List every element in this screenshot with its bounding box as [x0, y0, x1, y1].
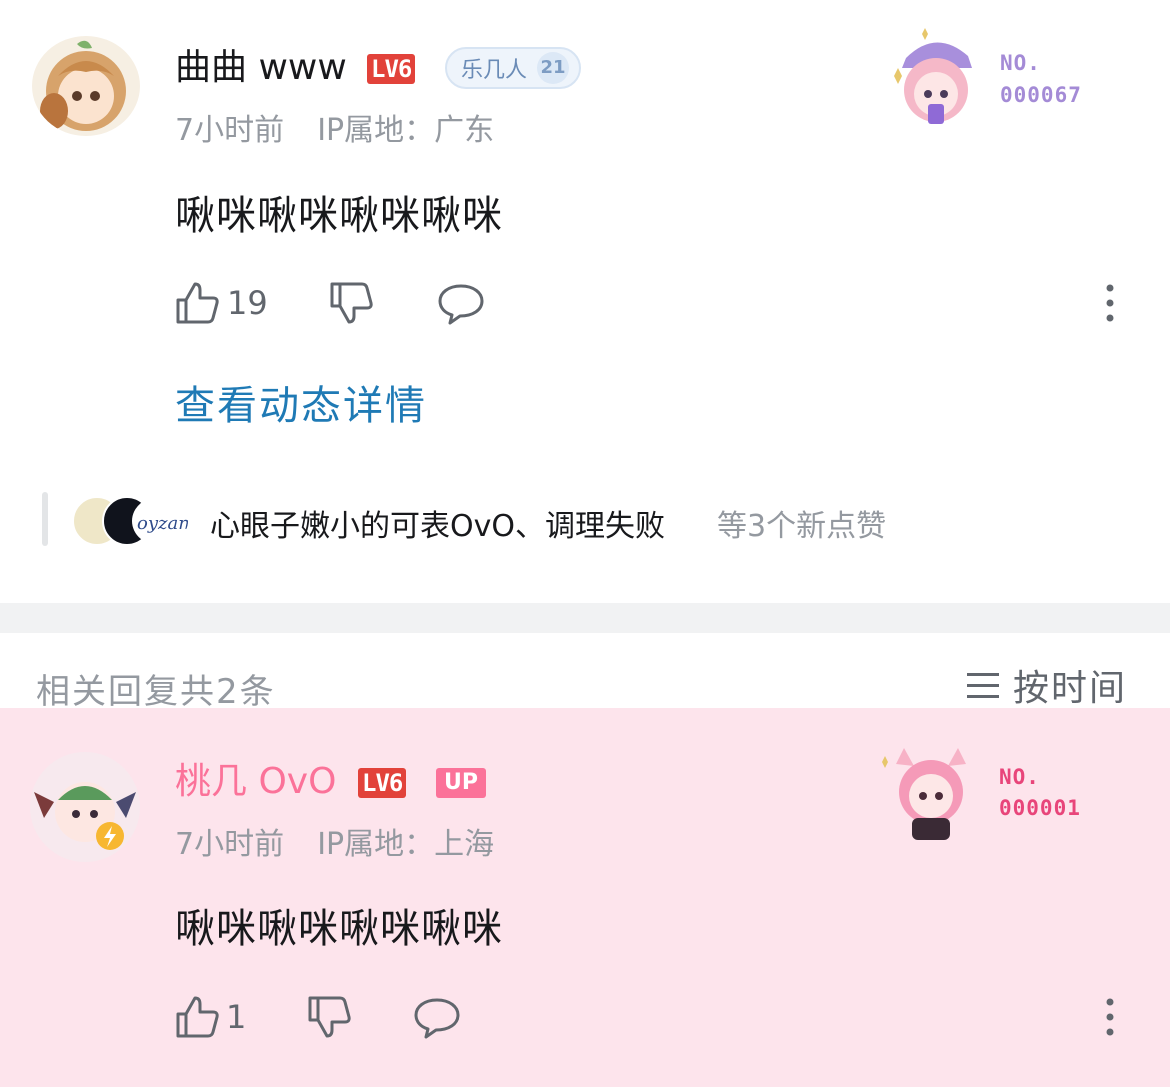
reply-card-number: 000001 [999, 796, 1081, 820]
reply-time: 7小时前 [175, 827, 285, 862]
reply-user-name[interactable]: 桃几 OvO [175, 762, 336, 802]
view-detail-link[interactable]: 查看动态详情 [175, 373, 427, 431]
likers-bar [42, 492, 48, 546]
section-divider [0, 603, 1170, 633]
like-count: 19 [227, 284, 268, 322]
decoration-card[interactable]: NO. 000067 [886, 28, 1116, 132]
likers-count-text[interactable]: 等3个新点赞 [717, 501, 886, 545]
likers-names[interactable]: 心眼子嫩小的可表OvO、调理失败 [210, 501, 665, 545]
up-tag: UP [436, 768, 486, 798]
reply-decoration-card[interactable]: NO. 000001 [874, 740, 1104, 844]
level-badge: LV6 [367, 54, 416, 84]
sort-toggle[interactable]: 按时间 [965, 662, 1128, 709]
fan-medal-name: 乐几人 [461, 58, 528, 83]
comment-meta: 7小时前 IP属地：广东 [175, 105, 494, 149]
svg-text:oyzan: oyzan [137, 513, 188, 534]
card-number-prefix: NO. [1000, 51, 1041, 75]
fan-medal-level: 21 [537, 52, 570, 84]
reply-meta: 7小时前 IP属地：上海 [175, 819, 494, 863]
more-vertical-icon[interactable] [1102, 284, 1118, 322]
thumb-up-icon[interactable] [174, 280, 220, 326]
reply-thumb-down-icon[interactable] [306, 994, 352, 1040]
liker-avatars[interactable]: oyzan [72, 494, 192, 546]
fan-medal-badge[interactable]: 乐几人 21 [445, 47, 582, 89]
reply-thumb-up-icon[interactable] [174, 994, 220, 1040]
decoration-avatar-image [894, 28, 972, 124]
reply-ip-location: IP属地：上海 [317, 827, 495, 862]
reply-level-badge: LV6 [358, 768, 407, 798]
user-avatar[interactable] [32, 36, 140, 136]
reply-like-count: 1 [226, 998, 247, 1036]
sort-label: 按时间 [1013, 668, 1128, 709]
reply-more-vertical-icon[interactable] [1102, 998, 1118, 1036]
comment-text: 啾咪啾咪啾咪啾咪 [175, 193, 503, 239]
ip-location: IP属地：广东 [317, 113, 495, 148]
liker-avatar: oyzan [132, 496, 190, 546]
reply-text: 啾咪啾咪啾咪啾咪 [175, 906, 503, 952]
card-number: 000067 [1000, 83, 1082, 107]
reply-card-number-prefix: NO. [999, 765, 1040, 789]
reply-comment-icon[interactable] [412, 996, 462, 1040]
avatar-image [32, 36, 140, 136]
thumb-down-icon[interactable] [328, 280, 374, 326]
replies-count-title: 相关回复共2条 [36, 672, 276, 712]
reply-decoration-avatar-image [882, 748, 966, 840]
user-name[interactable]: 曲曲 www [175, 48, 347, 88]
reply-user-avatar[interactable] [30, 752, 140, 862]
reply-avatar-image [30, 752, 140, 862]
comment-time: 7小时前 [175, 113, 285, 148]
list-sort-icon [967, 673, 999, 698]
comment-icon[interactable] [436, 282, 486, 326]
